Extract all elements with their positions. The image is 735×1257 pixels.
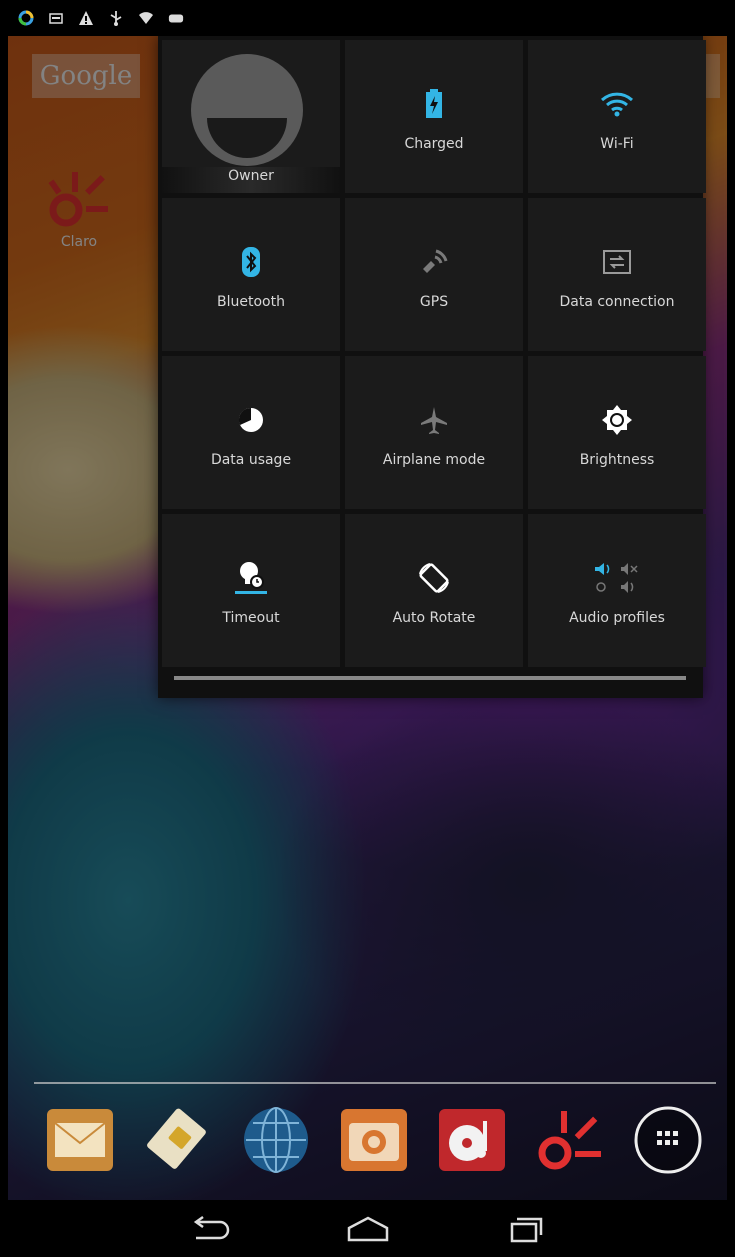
- nav-home-button[interactable]: [344, 1209, 392, 1249]
- wifi-question-icon: [138, 10, 154, 26]
- tile-gps[interactable]: GPS: [345, 198, 523, 351]
- tile-timeout-label: Timeout: [222, 609, 280, 626]
- tile-gps-label: GPS: [419, 293, 449, 310]
- tile-wifi[interactable]: Wi-Fi: [528, 40, 706, 193]
- android-debug-icon: [168, 10, 184, 26]
- status-bar: [8, 0, 727, 36]
- nav-recents-button[interactable]: [502, 1209, 550, 1249]
- dock-app-drawer[interactable]: [632, 1104, 704, 1176]
- tile-data-connection-label: Data connection: [559, 293, 675, 310]
- mail-icon: [47, 1109, 113, 1171]
- bluetooth-icon: [242, 246, 260, 277]
- tile-charged-label: Charged: [404, 135, 464, 152]
- tile-airplane-mode-label: Airplane mode: [382, 451, 486, 468]
- wifi-icon: [600, 92, 634, 116]
- tile-airplane-mode[interactable]: Airplane mode: [345, 356, 523, 509]
- brightness-icon: [602, 404, 632, 435]
- dock-claro[interactable]: [534, 1104, 606, 1176]
- tile-data-connection[interactable]: Data connection: [528, 198, 706, 351]
- quick-settings-panel: Owner Charged Wi-Fi Bluetooth GPS Data c: [158, 36, 706, 698]
- dock-mail[interactable]: [44, 1104, 116, 1176]
- browser-globe-icon: [244, 1107, 308, 1173]
- warning-icon: [78, 10, 94, 26]
- tile-data-usage[interactable]: Data usage: [162, 356, 340, 509]
- data-connection-icon: [603, 249, 631, 274]
- camera-icon: [341, 1109, 407, 1171]
- dock-divider: [34, 1082, 716, 1084]
- dock-music[interactable]: [436, 1104, 508, 1176]
- tile-brightness[interactable]: Brightness: [528, 356, 706, 509]
- app-drawer-icon: [634, 1106, 702, 1174]
- owner-avatar: [191, 54, 303, 166]
- tile-data-usage-label: Data usage: [210, 451, 292, 468]
- auto-rotate-icon: [419, 562, 449, 593]
- tile-bluetooth[interactable]: Bluetooth: [162, 198, 340, 351]
- dock-sim-toolkit[interactable]: [142, 1104, 214, 1176]
- tile-wifi-label: Wi-Fi: [600, 135, 634, 152]
- tile-bluetooth-label: Bluetooth: [217, 293, 285, 310]
- tile-auto-rotate[interactable]: Auto Rotate: [345, 514, 523, 667]
- back-icon: [193, 1215, 229, 1239]
- android-screen: Google Claro Owner Charged Wi-Fi Bluetoo…: [8, 0, 727, 1257]
- tile-owner[interactable]: Owner: [162, 40, 340, 193]
- tile-charged[interactable]: Charged: [345, 40, 523, 193]
- dock-browser[interactable]: [240, 1104, 312, 1176]
- sim-toolkit-icon: [147, 1108, 206, 1169]
- recents-icon: [510, 1217, 542, 1242]
- tile-timeout[interactable]: Timeout: [162, 514, 340, 667]
- owner-label: Owner: [228, 168, 274, 184]
- tile-audio-profiles-label: Audio profiles: [569, 609, 665, 626]
- sync-icon: [18, 10, 34, 26]
- audio-profiles-icon: [595, 562, 638, 593]
- claro-logo-icon: [538, 1111, 601, 1170]
- quick-settings-grid: Owner Charged Wi-Fi Bluetooth GPS Data c: [162, 40, 706, 667]
- dock-camera[interactable]: [338, 1104, 410, 1176]
- gps-icon: [423, 249, 448, 273]
- timeout-icon: [235, 561, 267, 594]
- dock: [8, 1104, 727, 1184]
- battery-charging-icon: [426, 88, 442, 118]
- music-icon: [439, 1109, 505, 1171]
- nav-back-button[interactable]: [186, 1209, 234, 1249]
- panel-drag-handle[interactable]: [174, 676, 686, 680]
- sim-icon: [48, 10, 64, 26]
- home-icon: [347, 1216, 388, 1241]
- airplane-icon: [421, 406, 447, 434]
- usb-icon: [108, 10, 124, 26]
- data-usage-icon: [238, 407, 263, 432]
- tile-audio-profiles[interactable]: Audio profiles: [528, 514, 706, 667]
- navigation-bar: [8, 1200, 727, 1257]
- tile-brightness-label: Brightness: [579, 451, 655, 468]
- tile-auto-rotate-label: Auto Rotate: [392, 609, 476, 626]
